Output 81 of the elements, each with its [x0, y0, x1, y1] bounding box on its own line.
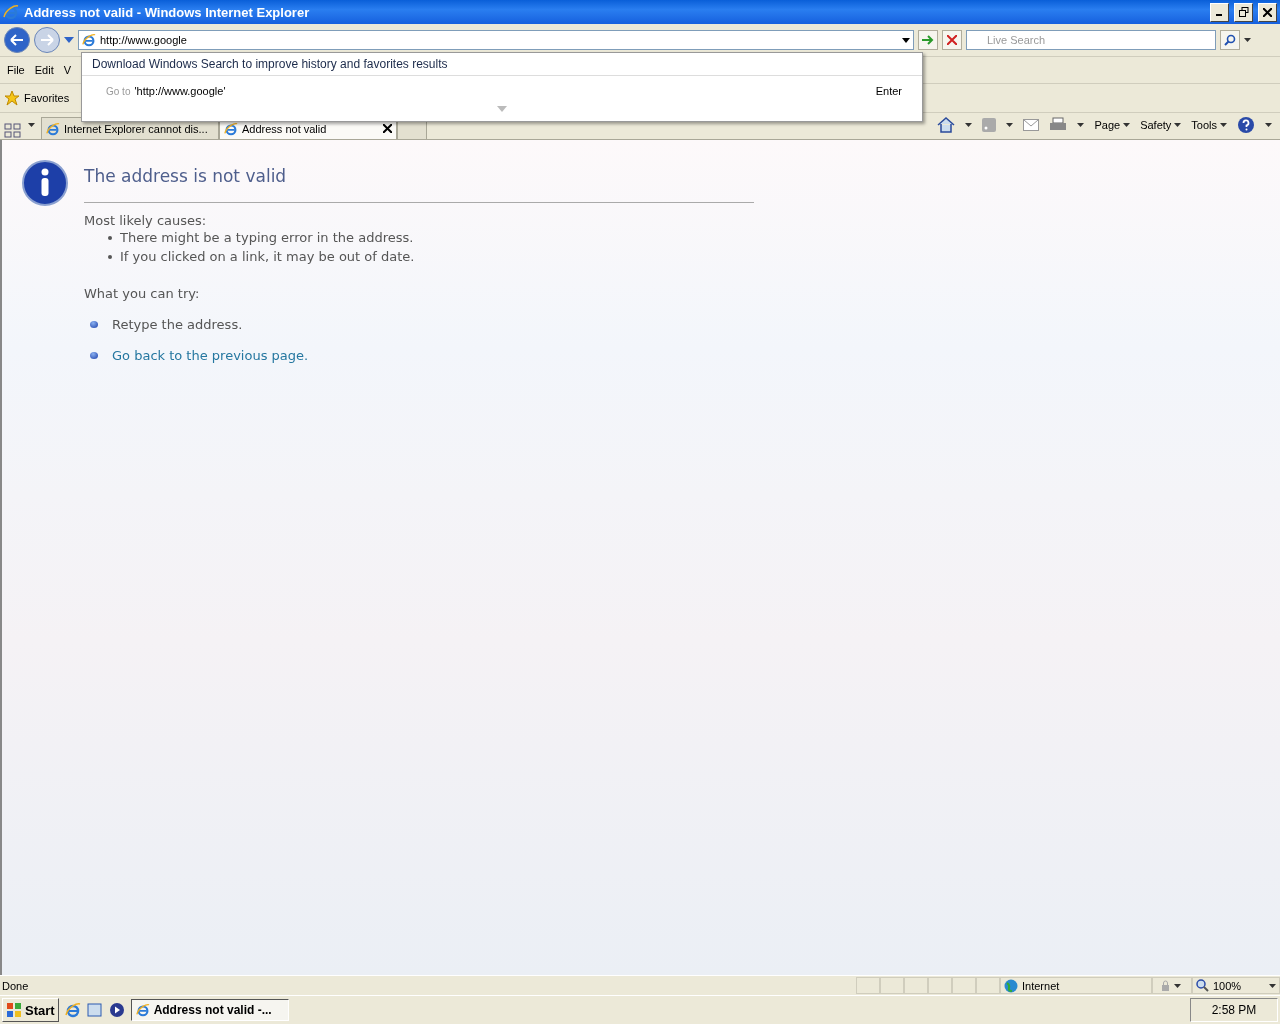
caret-icon[interactable]: [1269, 983, 1276, 988]
menu-item[interactable]: File: [4, 64, 28, 76]
previous-page-link[interactable]: Go back to the previous page.: [112, 348, 309, 363]
mail-icon[interactable]: [1023, 119, 1040, 131]
back-button[interactable]: [4, 27, 30, 53]
try-heading: What you can try:: [84, 286, 201, 301]
arrow-icon: [922, 35, 934, 45]
ie-logo-icon: [64, 1002, 81, 1018]
suggestion-text: Retype the address.: [112, 317, 243, 332]
info-icon: [22, 160, 68, 206]
close-tab-icon[interactable]: [383, 124, 392, 133]
go-to-suggestion[interactable]: Go to 'http://www.google' Enter: [82, 76, 922, 106]
search-field[interactable]: Live Search: [966, 30, 1216, 50]
status-panel: [928, 977, 952, 994]
quick-tabs-icon[interactable]: [4, 123, 22, 139]
caret-icon[interactable]: [1220, 123, 1227, 127]
status-panel: [880, 977, 904, 994]
cause-item: There might be a typing error in the address.: [120, 229, 414, 247]
recent-pages-caret-icon[interactable]: [64, 37, 74, 43]
caret-icon[interactable]: [1077, 123, 1085, 127]
help-icon[interactable]: [1237, 116, 1255, 134]
close-icon: [1263, 7, 1272, 17]
security-zone: Internet: [1000, 977, 1152, 994]
close-button[interactable]: [1258, 2, 1277, 22]
windows-logo-icon: [6, 1002, 22, 1018]
caret-icon[interactable]: [1244, 38, 1251, 42]
bullet-icon: [90, 321, 98, 328]
ie-logo-icon: [46, 121, 60, 136]
caret-icon[interactable]: [965, 123, 973, 127]
command-menu[interactable]: Safety: [1140, 119, 1182, 131]
status-text: Done: [1, 979, 30, 992]
go-button[interactable]: [918, 30, 938, 50]
ie-logo-icon: [82, 33, 96, 47]
caret-icon[interactable]: [1265, 123, 1272, 127]
zoom-control[interactable]: 100%: [1192, 977, 1280, 994]
minimize-button[interactable]: [1210, 2, 1229, 22]
restore-button[interactable]: [1234, 2, 1253, 22]
media-player-icon[interactable]: [108, 1002, 125, 1018]
ie-logo-icon: [224, 121, 238, 136]
printer-icon[interactable]: [1049, 117, 1068, 133]
search-button[interactable]: [1220, 30, 1240, 50]
zoom-icon: [1196, 979, 1209, 992]
start-button[interactable]: Start: [2, 998, 59, 1022]
caret-icon[interactable]: [1123, 123, 1131, 127]
window-title: Address not valid - Windows Internet Explorer: [24, 4, 311, 20]
ie-logo-icon: [3, 4, 19, 20]
forward-arrow-icon: [40, 34, 54, 46]
command-menu[interactable]: Page: [1094, 119, 1131, 131]
menu-item[interactable]: Edit: [31, 64, 57, 76]
status-panel: [976, 977, 1000, 994]
restore-icon: [1238, 7, 1249, 17]
stop-button[interactable]: [942, 30, 962, 50]
address-input[interactable]: http://www.google: [100, 34, 895, 46]
caret-icon[interactable]: [1174, 983, 1181, 988]
windows-search-notice[interactable]: Download Windows Search to improve history and favorites results: [82, 53, 922, 76]
back-arrow-icon: [10, 34, 24, 46]
clock: 2:58 PM: [1190, 998, 1278, 1022]
x-icon: [947, 35, 957, 45]
bullet-icon: [108, 254, 112, 259]
command-menu[interactable]: Tools: [1191, 119, 1227, 131]
error-heading: The address is not valid: [84, 160, 754, 203]
ie-logo-icon: [135, 1003, 150, 1017]
bullet-icon: [90, 352, 98, 359]
forward-button[interactable]: [34, 27, 60, 53]
caret-icon[interactable]: [28, 123, 35, 127]
bullet-icon: [108, 235, 112, 240]
status-panel: [904, 977, 928, 994]
taskbar-window-button[interactable]: Address not valid -...: [130, 999, 289, 1021]
globe-icon: [1004, 978, 1018, 993]
favorites-button[interactable]: Favorites: [4, 90, 70, 106]
menu-item[interactable]: V: [60, 64, 75, 76]
star-icon: [4, 90, 20, 106]
caret-icon[interactable]: [1174, 123, 1182, 127]
home-icon[interactable]: [937, 117, 956, 133]
cause-item: If you clicked on a link, it may be out of date.: [120, 248, 415, 266]
status-panel: [856, 977, 880, 994]
address-field[interactable]: http://www.google: [78, 30, 914, 50]
search-icon: [1224, 34, 1236, 46]
causes-heading: Most likely causes:: [84, 213, 208, 228]
status-panel: [952, 977, 976, 994]
caret-icon[interactable]: [1006, 123, 1014, 127]
